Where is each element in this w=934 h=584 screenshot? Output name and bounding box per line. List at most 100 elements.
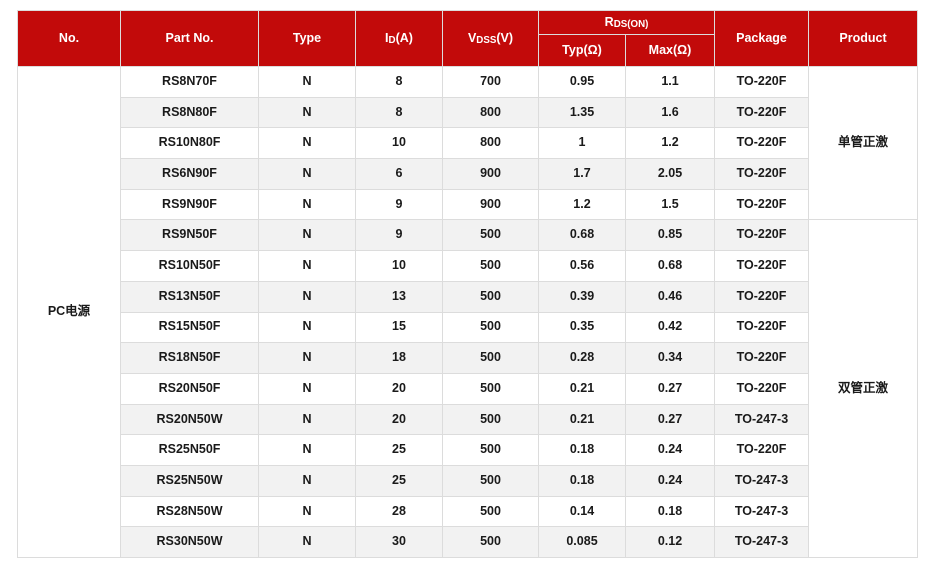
cell-product-group: 双管正激: [808, 219, 919, 558]
cell-id-current: 9: [355, 188, 443, 221]
cell-id-current: 18: [355, 342, 443, 374]
header-row-top: No. Part No. Type ID(A) VDSS(V) RDS(ON) …: [17, 10, 919, 67]
table-row: RS10N50F N 10 500 0.56 0.68 TO-220F: [18, 250, 918, 282]
cell-package: TO-247-3: [714, 464, 810, 497]
cell-rds-typ: 1.2: [538, 188, 626, 221]
table-row: RS30N50W N 30 500 0.085 0.12 TO-247-3: [18, 526, 918, 558]
cell-rds-typ: 0.21: [538, 403, 626, 436]
rdson-main: R: [604, 14, 614, 29]
cell-type: N: [258, 66, 356, 98]
cell-vdss: 500: [442, 526, 539, 558]
cell-part-no: RS25N50W: [120, 464, 259, 497]
cell-part-no: RS9N90F: [120, 188, 259, 221]
cell-id-current: 20: [355, 372, 443, 405]
cell-vdss: 900: [442, 188, 539, 221]
table-row: RS20N50W N 20 500 0.21 0.27 TO-247-3: [18, 403, 918, 436]
cell-rds-max: 0.42: [624, 311, 716, 344]
table-row: RS28N50W N 28 500 0.14 0.18 TO-247-3: [18, 495, 918, 528]
cell-package: TO-220F: [714, 188, 810, 221]
cell-package: TO-220F: [714, 311, 810, 344]
cell-part-no: RS9N50F: [120, 219, 259, 252]
mosfet-spec-table: No. Part No. Type ID(A) VDSS(V) RDS(ON) …: [17, 10, 919, 558]
cell-rds-max: 1.6: [624, 96, 716, 129]
cell-rds-typ: 0.95: [538, 66, 626, 98]
cell-part-no: RS30N50W: [120, 526, 259, 558]
table-row: RS18N50F N 18 500 0.28 0.34 TO-220F: [18, 342, 918, 374]
cell-package: TO-220F: [714, 342, 810, 374]
cell-part-no: RS20N50F: [120, 372, 259, 405]
cell-vdss: 500: [442, 250, 539, 282]
cell-id-current: 20: [355, 403, 443, 436]
cell-rds-typ: 1: [538, 127, 626, 160]
cell-rds-max: 0.85: [624, 219, 716, 252]
cell-type: N: [258, 280, 356, 313]
table-row: RS8N80F N 8 800 1.35 1.6 TO-220F: [18, 96, 918, 129]
table-body: PC电源 RS8N70F N 8 700 0.95 1.1 TO-220F 单管正激 RS8N80…: [17, 65, 919, 558]
cell-id-current: 25: [355, 464, 443, 497]
cell-part-no: RS10N80F: [120, 127, 259, 160]
cell-type: N: [258, 403, 356, 436]
cell-rds-max: 0.18: [624, 495, 716, 528]
table-row: PC电源 RS8N70F N 8 700 0.95 1.1 TO-220F 单管正激: [17, 65, 919, 558]
cell-id-current: 30: [355, 526, 443, 558]
cell-part-no: RS8N70F: [120, 66, 259, 98]
cell-id-current: 15: [355, 311, 443, 344]
table-row: RS15N50F N 15 500 0.35 0.42 TO-220F: [18, 311, 918, 344]
cell-rds-typ: 0.68: [538, 219, 626, 252]
cell-id-current: 9: [355, 219, 443, 252]
cell-part-no: RS20N50W: [120, 403, 259, 436]
cell-part-no: RS25N50F: [120, 434, 259, 466]
cell-rds-max: 0.68: [624, 250, 716, 282]
cell-type: N: [258, 464, 356, 497]
cell-id-current: 28: [355, 495, 443, 528]
document-root: No. Part No. Type ID(A) VDSS(V) RDS(ON) …: [0, 0, 934, 584]
cell-part-no: RS28N50W: [120, 495, 259, 528]
cell-rds-typ: 0.21: [538, 372, 626, 405]
id-tail: (A): [395, 30, 413, 45]
rdson-subscript: DS(ON): [613, 19, 649, 31]
cell-part-no: RS13N50F: [120, 280, 259, 313]
cell-type: N: [258, 495, 356, 528]
cell-rds-max: 0.27: [624, 372, 716, 405]
cell-type: N: [258, 96, 356, 129]
cell-rds-max: 1.5: [624, 188, 716, 221]
id-main: I: [385, 30, 389, 45]
cell-rds-typ: 1.7: [538, 158, 626, 190]
table-row: RS20N50F N 20 500 0.21 0.27 TO-220F: [18, 372, 918, 405]
cell-package: TO-247-3: [714, 526, 810, 558]
cell-rds-max: 1.1: [624, 66, 716, 98]
table-row: RS6N90F N 6 900 1.7 2.05 TO-220F: [18, 158, 918, 190]
column-header-rds-typ: Typ(Ω): [538, 34, 626, 67]
column-header-package: Package: [714, 10, 810, 67]
cell-package: TO-220F: [714, 372, 810, 405]
cell-type: N: [258, 127, 356, 160]
cell-vdss: 800: [442, 96, 539, 129]
cell-id-current: 8: [355, 96, 443, 129]
cell-rds-typ: 0.28: [538, 342, 626, 374]
column-header-rds-max: Max(Ω): [624, 34, 716, 67]
cell-type: N: [258, 434, 356, 466]
cell-rds-typ: 0.18: [538, 464, 626, 497]
cell-package: TO-220F: [714, 219, 810, 252]
column-header-type: Type: [258, 10, 356, 67]
cell-vdss: 500: [442, 403, 539, 436]
cell-rds-typ: 0.14: [538, 495, 626, 528]
cell-vdss: 500: [442, 495, 539, 528]
cell-part-no: RS6N90F: [120, 158, 259, 190]
column-header-id-current: ID(A): [355, 10, 443, 67]
cell-rds-typ: 0.085: [538, 526, 626, 558]
cell-vdss: 700: [442, 66, 539, 98]
cell-package: TO-220F: [714, 434, 810, 466]
cell-id-current: 13: [355, 280, 443, 313]
cell-package: TO-220F: [714, 250, 810, 282]
cell-rds-typ: 1.35: [538, 96, 626, 129]
cell-vdss: 500: [442, 219, 539, 252]
table-header: No. Part No. Type ID(A) VDSS(V) RDS(ON) …: [17, 10, 919, 67]
cell-type: N: [258, 342, 356, 374]
cell-type: N: [258, 311, 356, 344]
cell-package: TO-247-3: [714, 495, 810, 528]
cell-part-no: RS8N80F: [120, 96, 259, 129]
cell-part-no: RS18N50F: [120, 342, 259, 374]
cell-package: TO-220F: [714, 158, 810, 190]
cell-rds-typ: 0.56: [538, 250, 626, 282]
